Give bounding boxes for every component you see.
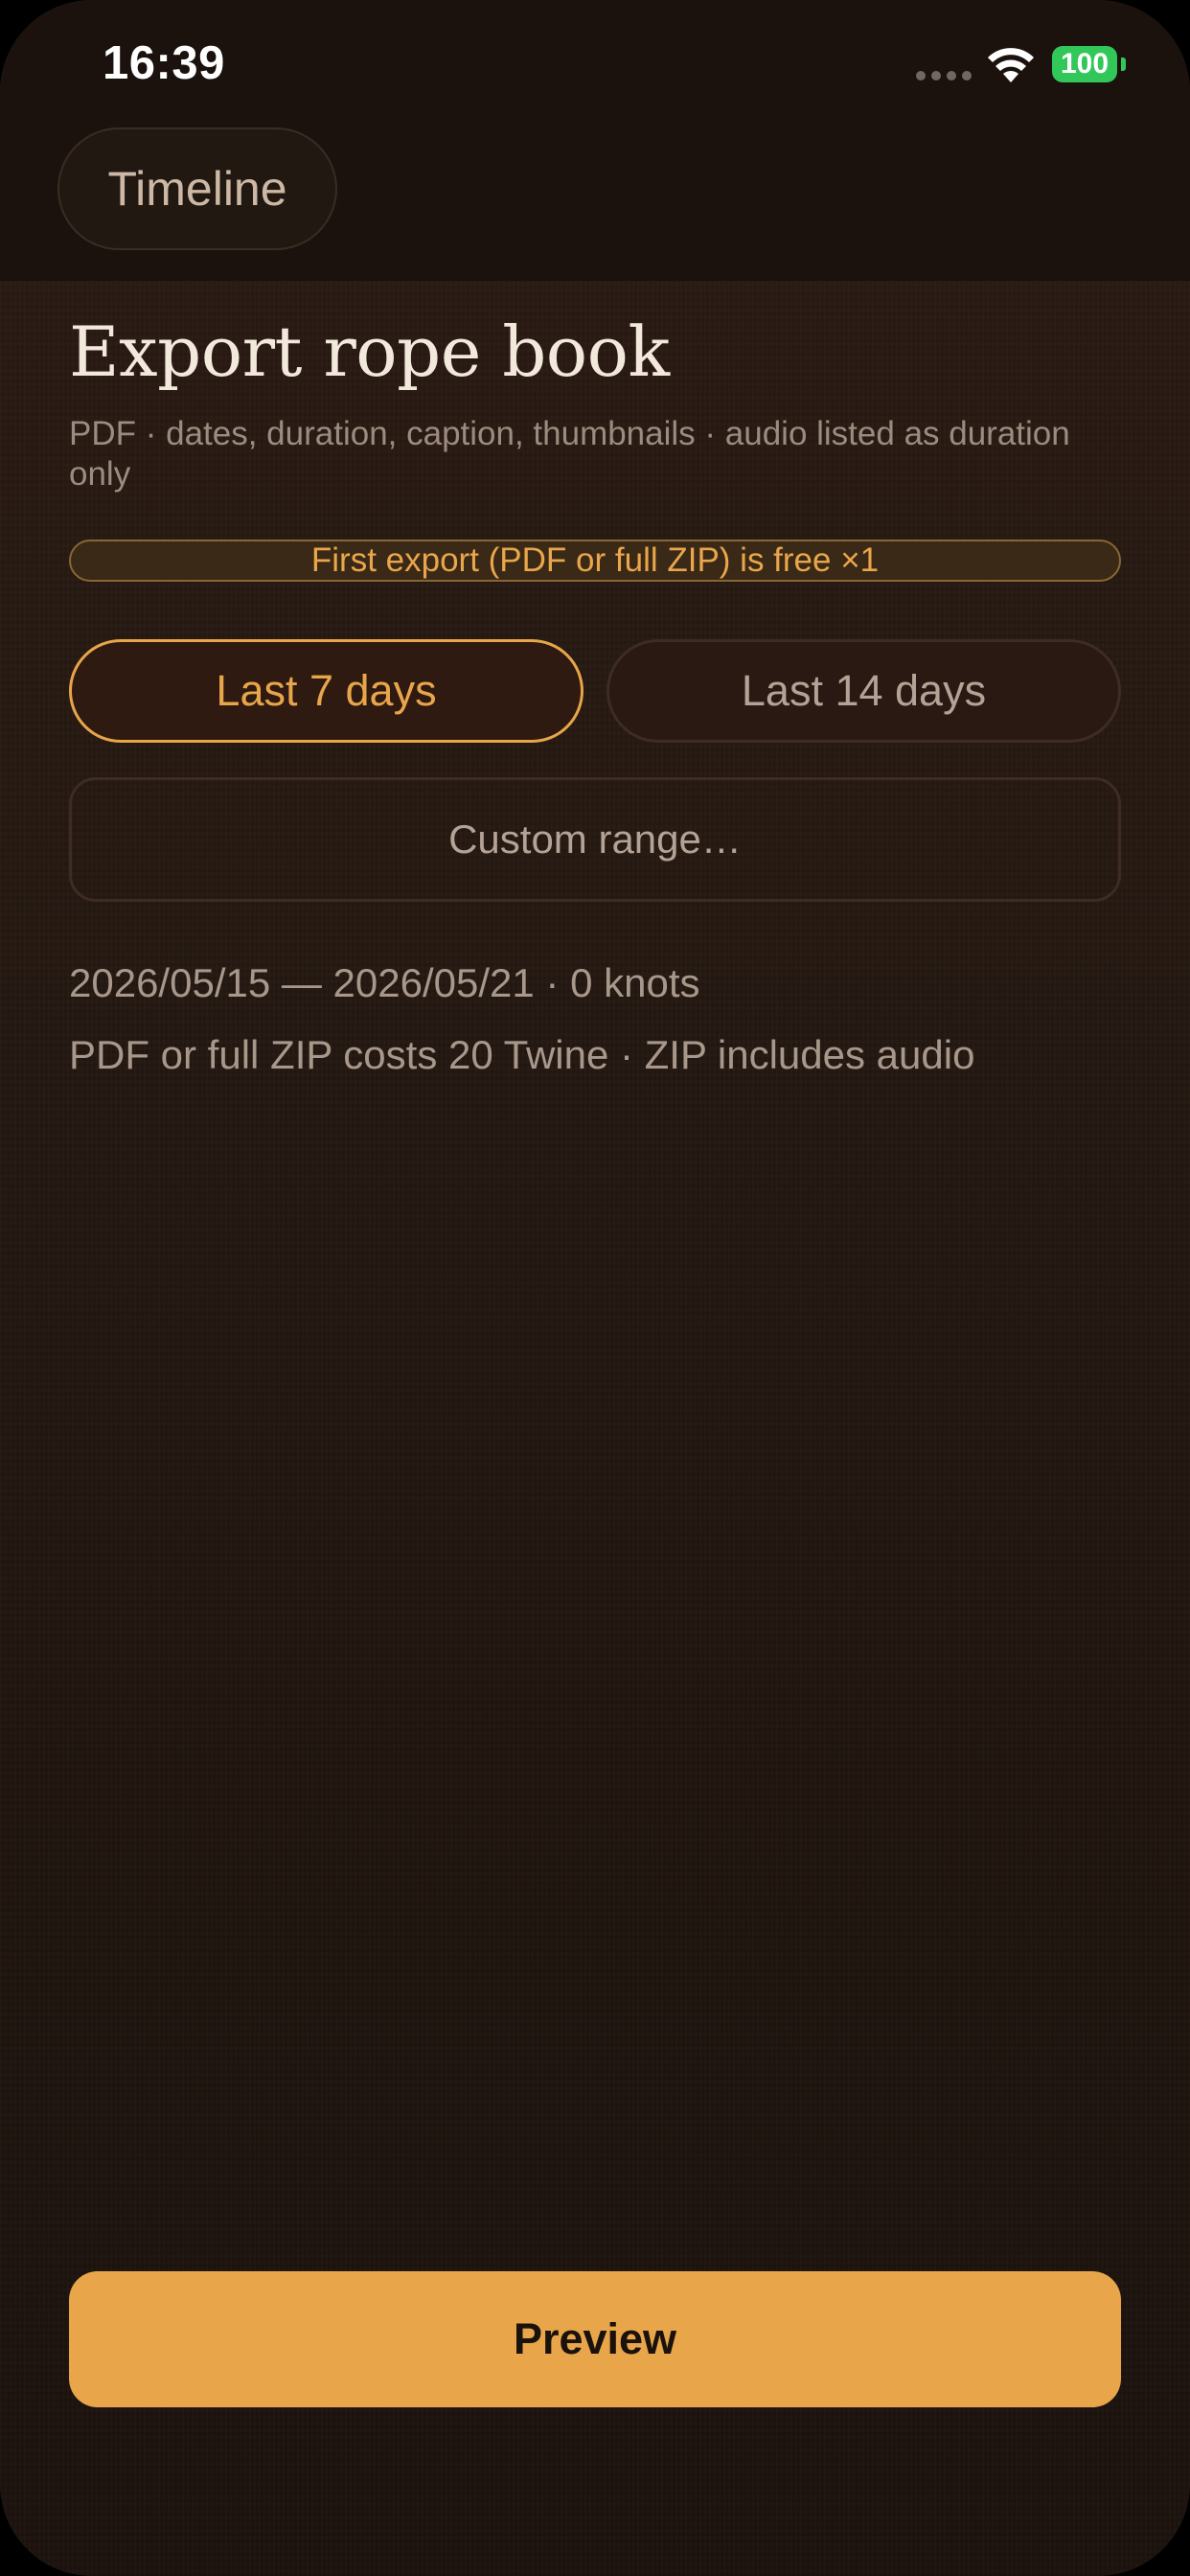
free-export-badge: First export (PDF or full ZIP) is free ×…	[69, 540, 1121, 582]
range-last-7-days-label: Last 7 days	[216, 666, 437, 715]
back-button-label: Timeline	[107, 162, 287, 216]
battery-level: 100	[1060, 48, 1110, 80]
screen: 16:39 100 Timeline Export rope book PDF …	[0, 0, 1190, 2576]
back-button-timeline[interactable]: Timeline	[57, 127, 337, 250]
preview-button[interactable]: Preview	[69, 2271, 1121, 2407]
custom-range-button[interactable]: Custom range…	[69, 777, 1121, 902]
battery-cap	[1121, 58, 1126, 71]
free-export-text: First export (PDF or full ZIP) is free ×…	[310, 541, 880, 579]
export-cost-info: PDF or full ZIP costs 20 Twine · ZIP inc…	[69, 1032, 975, 1077]
selected-range-summary: 2026/05/15 — 2026/05/21 · 0 knots	[69, 960, 700, 1005]
custom-range-label: Custom range…	[448, 816, 742, 862]
battery-icon: 100	[1052, 46, 1117, 82]
range-last-14-days-label: Last 14 days	[741, 666, 987, 715]
page-subtitle: PDF · dates, duration, caption, thumbnai…	[69, 415, 1070, 493]
status-time: 16:39	[103, 37, 225, 89]
range-last-7-days-button[interactable]: Last 7 days	[69, 639, 584, 743]
wifi-icon	[988, 48, 1034, 82]
navigation-bar: 16:39 100 Timeline	[0, 0, 1190, 281]
cellular-signal-icon	[916, 71, 972, 80]
preview-button-label: Preview	[513, 2314, 677, 2363]
range-last-14-days-button[interactable]: Last 14 days	[606, 639, 1121, 743]
page-title: Export rope book	[69, 311, 670, 392]
